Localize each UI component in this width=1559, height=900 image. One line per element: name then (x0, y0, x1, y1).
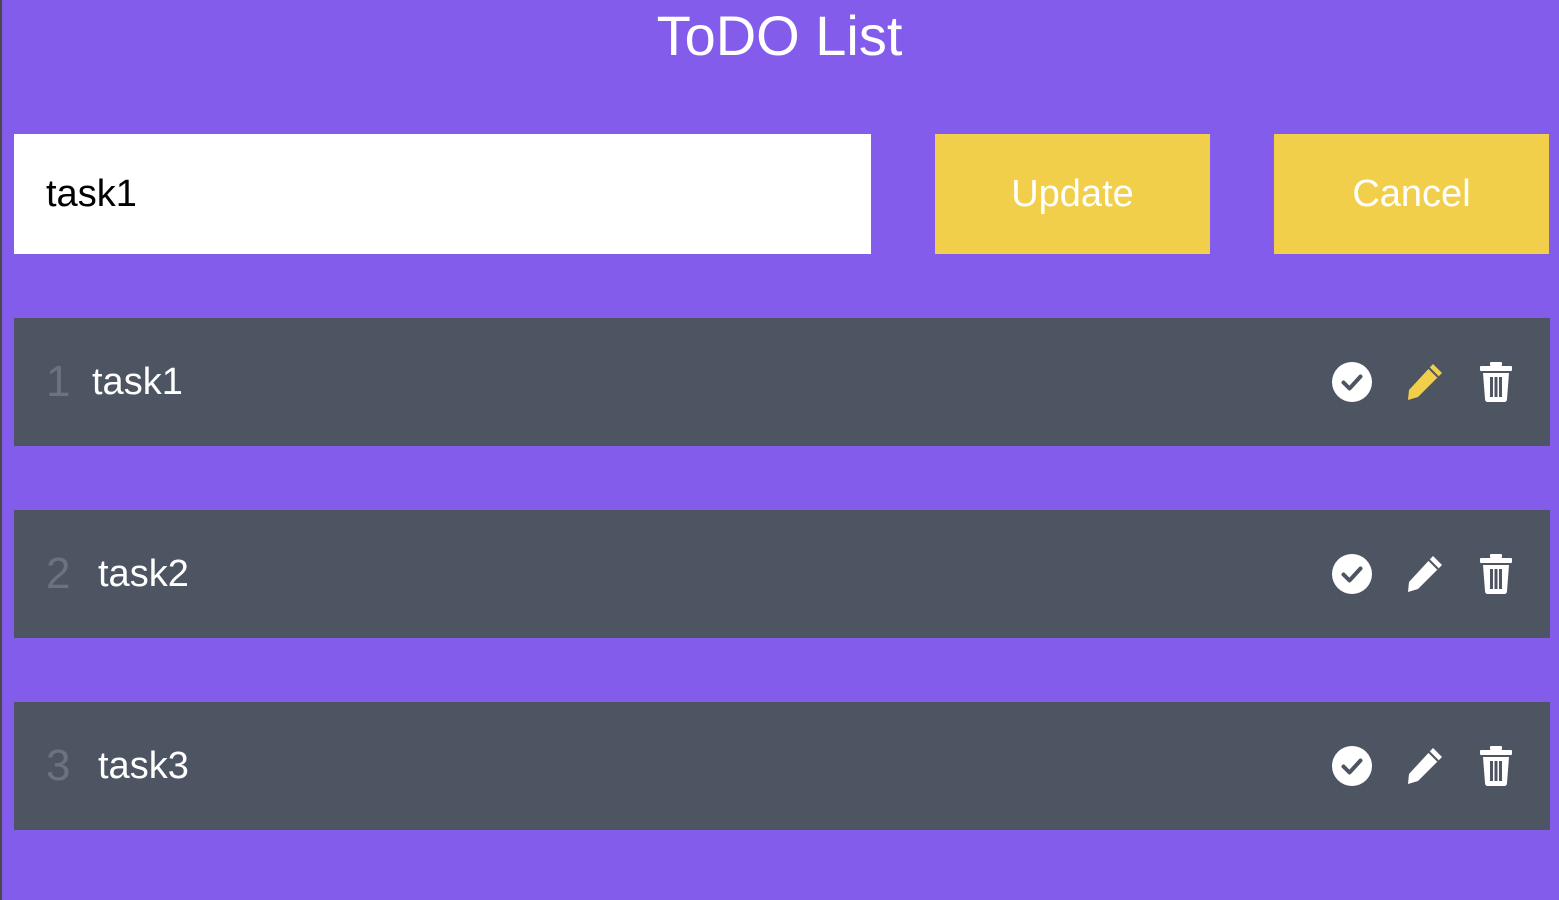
task-text: task3 (98, 744, 189, 787)
check-circle-icon[interactable] (1330, 552, 1374, 596)
update-button[interactable]: Update (935, 134, 1210, 254)
task-row: 1 task1 (14, 318, 1550, 446)
task-text: task2 (98, 552, 189, 595)
pen-icon[interactable] (1402, 360, 1446, 404)
trash-icon[interactable] (1474, 744, 1518, 788)
task-actions (1302, 318, 1518, 446)
task-number: 1 (46, 357, 71, 406)
page-title: ToDO List (656, 4, 903, 67)
task-edit-input[interactable] (14, 134, 871, 254)
task-row: 3 task3 (14, 702, 1550, 830)
task-number: 3 (46, 741, 71, 790)
task-actions (1302, 702, 1518, 830)
check-circle-icon[interactable] (1330, 744, 1374, 788)
task-text: task1 (92, 360, 183, 403)
task-number: 2 (46, 549, 71, 598)
task-row: 2 task2 (14, 510, 1550, 638)
task-actions (1302, 510, 1518, 638)
window-edge (0, 0, 2, 900)
pen-icon[interactable] (1402, 744, 1446, 788)
pen-icon[interactable] (1402, 552, 1446, 596)
trash-icon[interactable] (1474, 552, 1518, 596)
trash-icon[interactable] (1474, 360, 1518, 404)
check-circle-icon[interactable] (1330, 360, 1374, 404)
cancel-button[interactable]: Cancel (1274, 134, 1549, 254)
